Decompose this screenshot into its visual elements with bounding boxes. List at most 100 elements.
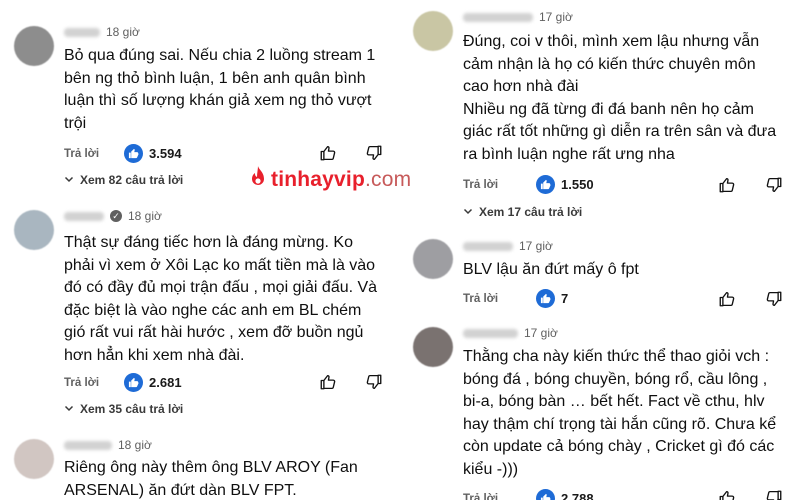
comment-line: BLV lậu ăn đứt mấy ô fpt [463,261,639,278]
chevron-down-icon [463,205,473,219]
comment-text: Thật sự đáng tiếc hơn là đáng mừng. Ko p… [64,232,377,368]
avatar[interactable] [413,239,453,279]
dislike-outline-icon[interactable] [764,289,784,309]
comment-actions: Trả lời 1.550 [463,175,594,194]
like-outline-icon[interactable] [717,289,737,309]
reply-button[interactable]: Trả lời [463,493,498,500]
comment-actions: Trả lời 2.681 [64,373,182,392]
comment-meta: 18 giờ [64,25,140,39]
comment-line: luận thì số lượng khán giả xem ng thỏ vư… [64,92,372,110]
comment-text: Bỏ qua đúng sai. Nếu chia 2 luồng stream… [64,45,375,135]
thumbs-up-icon [536,289,556,308]
author-name-blurred[interactable] [463,241,513,251]
comment-meta: 17 giờ [463,326,558,340]
comment-line: kiểu -))) [463,460,519,478]
watermark-domain: .com [364,167,412,191]
comment-text: Riêng ông này thêm ông BLV AROY (Fan ARS… [64,457,358,500]
dislike-outline-icon[interactable] [764,488,784,500]
avatar[interactable] [14,210,54,250]
like-count: 2.681 [149,375,182,390]
thumbs-up-icon [124,373,144,392]
comment-line: bóng đá , bóng chuyền, bóng rổ, cầu lông… [463,370,768,388]
comment-line: trội [64,114,87,132]
comment-line: ra bình luận nghe rất ưng nha [463,145,675,163]
view-replies-button[interactable]: Xem 35 câu trả lời [64,402,183,416]
author-name-blurred[interactable] [463,12,533,22]
comment-line: còn update cả bóng chày , Cricket gì đó … [463,438,775,456]
reply-button[interactable]: Trả lời [463,293,498,305]
comment-time: 18 giờ [118,438,152,452]
like-outline-icon[interactable] [717,488,737,500]
comment-line: cao hơn nhà đài [463,78,579,96]
comment-actions: Trả lời 3.594 [64,144,182,163]
avatar[interactable] [413,327,453,367]
like-outline-icon[interactable] [318,143,338,163]
comment-line: bên ng thỏ bình luận, 1 bên anh quân bìn… [64,69,366,87]
chevron-down-icon [64,402,74,416]
dislike-outline-icon[interactable] [364,143,384,163]
comment-line: Nhiều ng đã từng đi đá banh nên họ cảm [463,100,754,118]
comment-text: Thằng cha này kiến thức thể thao giỏi vc… [463,346,776,482]
like-button[interactable]: 2.681 [124,373,182,392]
like-outline-icon[interactable] [717,175,737,195]
like-outline-icon[interactable] [318,372,338,392]
like-count: 3.594 [149,146,182,161]
verified-badge-icon: ✓ [110,210,122,222]
like-count: 1.550 [561,177,594,192]
comment-text: BLV lậu ăn đứt mấy ô fpt [463,259,639,282]
comment-line: Riêng ông này thêm ông BLV AROY (Fan [64,459,358,476]
comment-line: Thật sự đáng tiếc hơn là đáng mừng. Ko [64,234,353,251]
thumbs-up-icon [124,144,144,163]
like-button[interactable]: 7 [536,289,568,308]
dislike-outline-icon[interactable] [364,372,384,392]
comment-meta: 17 giờ [463,10,573,24]
reply-button[interactable]: Trả lời [64,377,99,389]
author-name-blurred[interactable] [463,328,518,338]
author-name-blurred[interactable] [64,211,104,221]
dislike-outline-icon[interactable] [764,175,784,195]
comment-time: 18 giờ [128,209,162,223]
comment-time: 17 giờ [524,326,558,340]
comment-line: cảm nhận là họ có kiến thức chuyên môn [463,55,756,73]
avatar[interactable] [14,439,54,479]
reply-button[interactable]: Trả lời [64,148,99,160]
like-count: 7 [561,291,569,306]
comment-line: Đúng, coi v thôi, mình xem lậu nhưng vẫn [463,33,760,50]
view-replies-label: Xem 35 câu trả lời [80,402,184,416]
comment-line: đó có đầy đủ mọi trận đấu , mọi giải đấu… [64,279,378,297]
comment-line: gió rất vui rất hài hước , xem đỡ buồn n… [64,324,364,342]
comment-line: hơn hẳn khi xem nhà đài. [64,346,245,364]
comment-text: Đúng, coi v thôi, mình xem lậu nhưng vẫn… [463,31,776,167]
like-button[interactable]: 1.550 [536,175,594,194]
author-name-blurred[interactable] [64,440,112,450]
comment-meta: 17 giờ [463,239,553,253]
view-replies-button[interactable]: Xem 82 câu trả lời [64,173,183,187]
like-button[interactable]: 3.594 [124,144,182,163]
thumbs-up-icon [536,175,556,194]
like-count: 2.788 [561,491,594,500]
thumbs-up-icon [536,489,556,500]
comment-meta: ✓ 18 giờ [64,209,162,223]
avatar[interactable] [413,11,453,51]
comment-time: 18 giờ [106,25,140,39]
watermark-brand: tinhayvip [271,167,365,191]
comment-time: 17 giờ [539,10,573,24]
view-replies-label: Xem 82 câu trả lời [80,173,184,187]
comment-line: giác rất tốt những gì diễn ra trên sân v… [463,123,777,141]
comment-line: Bỏ qua đúng sai. Nếu chia 2 luồng stream… [64,47,376,64]
comment-line: phải vì xem ở Xôi Lạc ko mất tiền mà là … [64,256,376,274]
comment-line: đặc biệt là vào nghe các anh em BL chém [64,301,362,319]
flame-icon [248,165,268,194]
comment-line: bi-a, bóng bàn … bết hết. Fact về cthu, … [463,393,765,411]
comment-actions: Trả lời 2.788 [463,489,594,500]
comment-line: ARSENAL) ăn đứt dàn BLV FPT. [64,481,297,499]
like-button[interactable]: 2.788 [536,489,594,500]
avatar[interactable] [14,26,54,66]
chevron-down-icon [64,173,74,187]
comment-line: Thằng cha này kiến thức thể thao giỏi vc… [463,348,770,365]
reply-button[interactable]: Trả lời [463,179,498,191]
author-name-blurred[interactable] [64,27,100,37]
watermark-text: tinhayvip.com [271,168,411,192]
view-replies-button[interactable]: Xem 17 câu trả lời [463,205,582,219]
comment-time: 17 giờ [519,239,553,253]
